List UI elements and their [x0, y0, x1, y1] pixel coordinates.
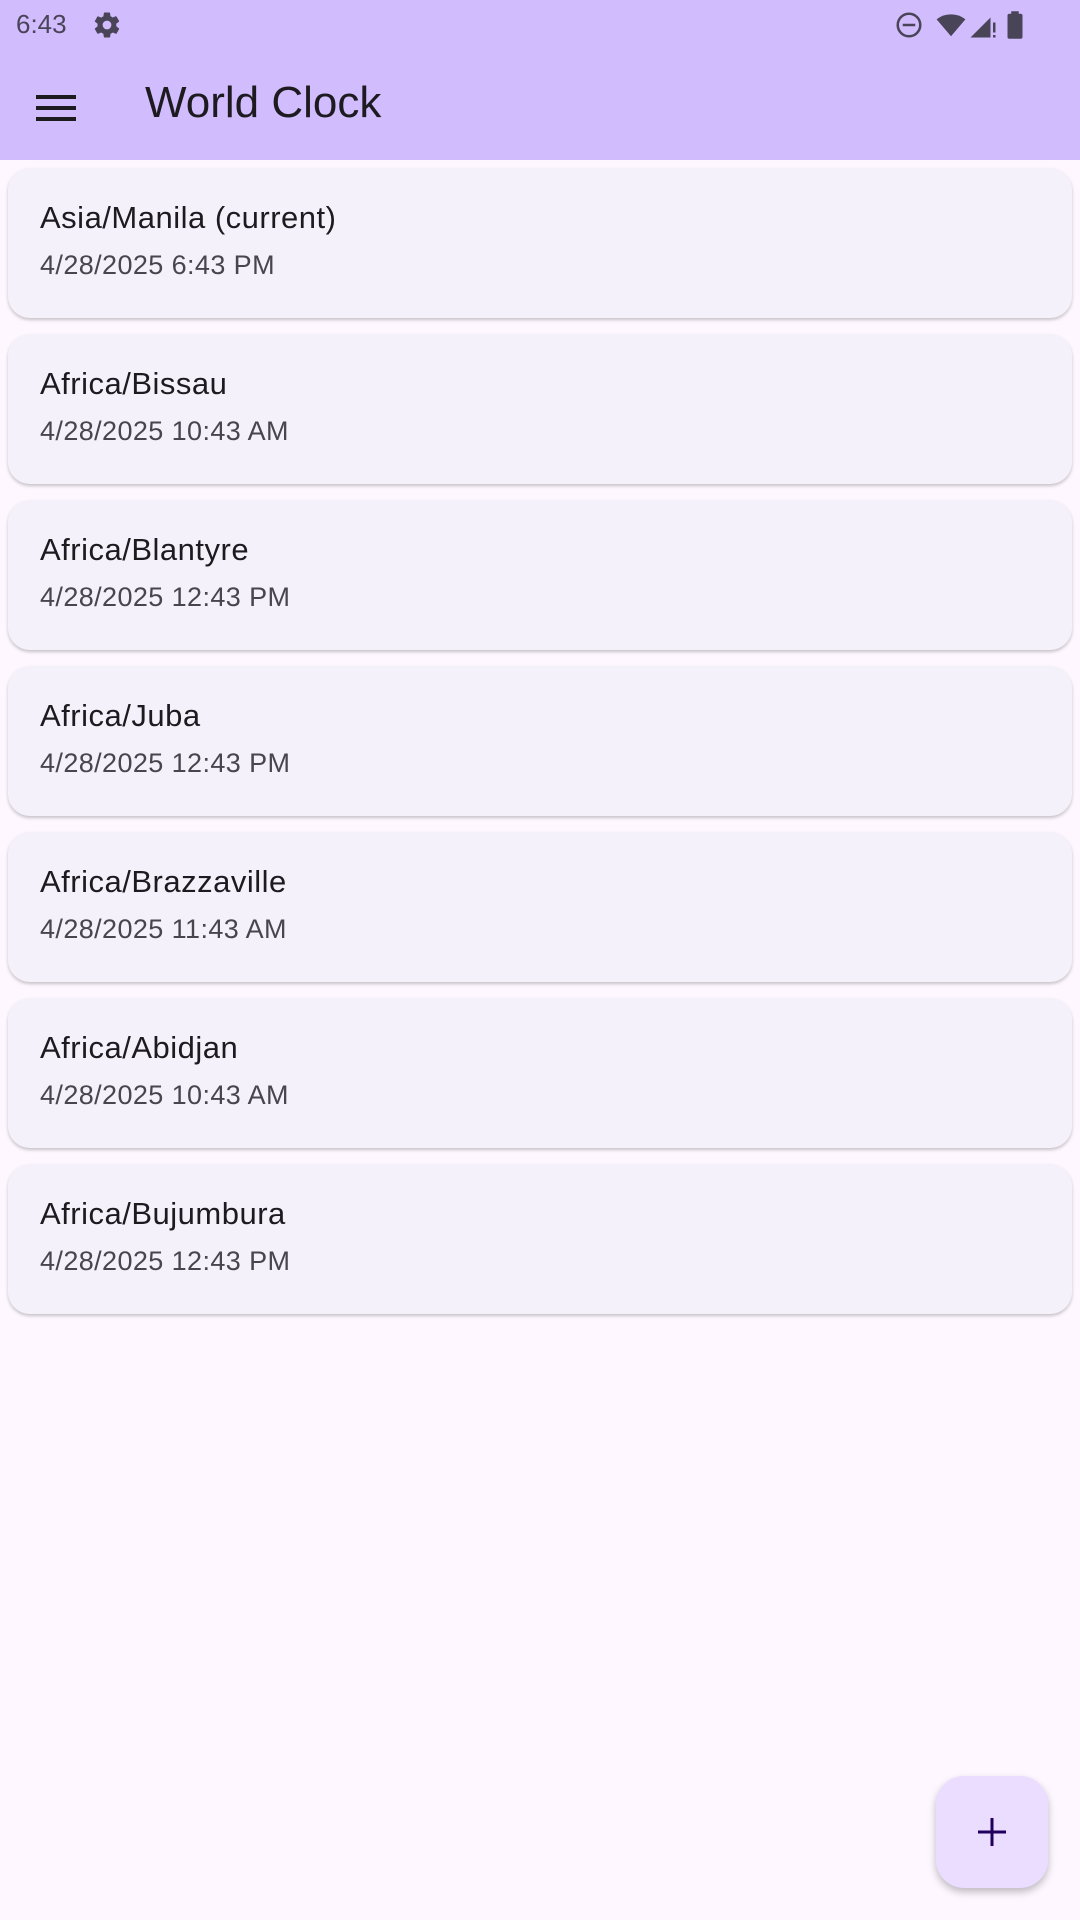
status-time: 6:43 — [16, 9, 67, 39]
timezone-time: 4/28/2025 12:43 PM — [40, 748, 291, 778]
timezone-name: Africa/Bissau — [40, 366, 228, 401]
clock-card[interactable]: Africa/Juba 4/28/2025 12:43 PM — [8, 666, 1072, 816]
status-bar: 6:43 — [0, 0, 1080, 50]
wifi-icon — [936, 14, 966, 37]
timezone-time: 4/28/2025 6:43 PM — [40, 250, 275, 280]
timezone-name: Africa/Juba — [40, 698, 201, 733]
clock-list: Asia/Manila (current) 4/28/2025 6:43 PM … — [8, 168, 1072, 1330]
clock-card[interactable]: Africa/Bissau 4/28/2025 10:43 AM — [8, 334, 1072, 484]
hamburger-menu-icon — [36, 95, 76, 121]
clock-card[interactable]: Africa/Abidjan 4/28/2025 10:43 AM — [8, 998, 1072, 1148]
timezone-time: 4/28/2025 12:43 PM — [40, 582, 291, 612]
clock-card[interactable]: Africa/Blantyre 4/28/2025 12:43 PM — [8, 500, 1072, 650]
plus-icon — [978, 1818, 1006, 1846]
menu-button[interactable] — [28, 80, 84, 136]
timezone-name: Asia/Manila (current) — [40, 200, 337, 235]
top-header: 6:43 World Clock — [0, 0, 1080, 160]
timezone-time: 4/28/2025 10:43 AM — [40, 1080, 289, 1110]
timezone-time: 4/28/2025 11:43 AM — [40, 914, 287, 944]
timezone-time: 4/28/2025 12:43 PM — [40, 1246, 291, 1276]
page-title: World Clock — [145, 78, 382, 127]
timezone-time: 4/28/2025 10:43 AM — [40, 416, 289, 446]
do-not-disturb-icon — [896, 12, 922, 38]
battery-icon — [1007, 11, 1023, 39]
timezone-name: Africa/Bujumbura — [40, 1196, 286, 1231]
clock-card[interactable]: Africa/Brazzaville 4/28/2025 11:43 AM — [8, 832, 1072, 982]
clock-card[interactable]: Asia/Manila (current) 4/28/2025 6:43 PM — [8, 168, 1072, 318]
timezone-name: Africa/Blantyre — [40, 532, 250, 567]
app-bar: World Clock — [0, 50, 1080, 160]
timezone-name: Africa/Abidjan — [40, 1030, 239, 1065]
add-clock-button[interactable] — [936, 1776, 1048, 1888]
signal-icon — [970, 17, 996, 38]
timezone-name: Africa/Brazzaville — [40, 864, 287, 899]
gear-icon — [94, 12, 120, 38]
clock-card[interactable]: Africa/Bujumbura 4/28/2025 12:43 PM — [8, 1164, 1072, 1314]
